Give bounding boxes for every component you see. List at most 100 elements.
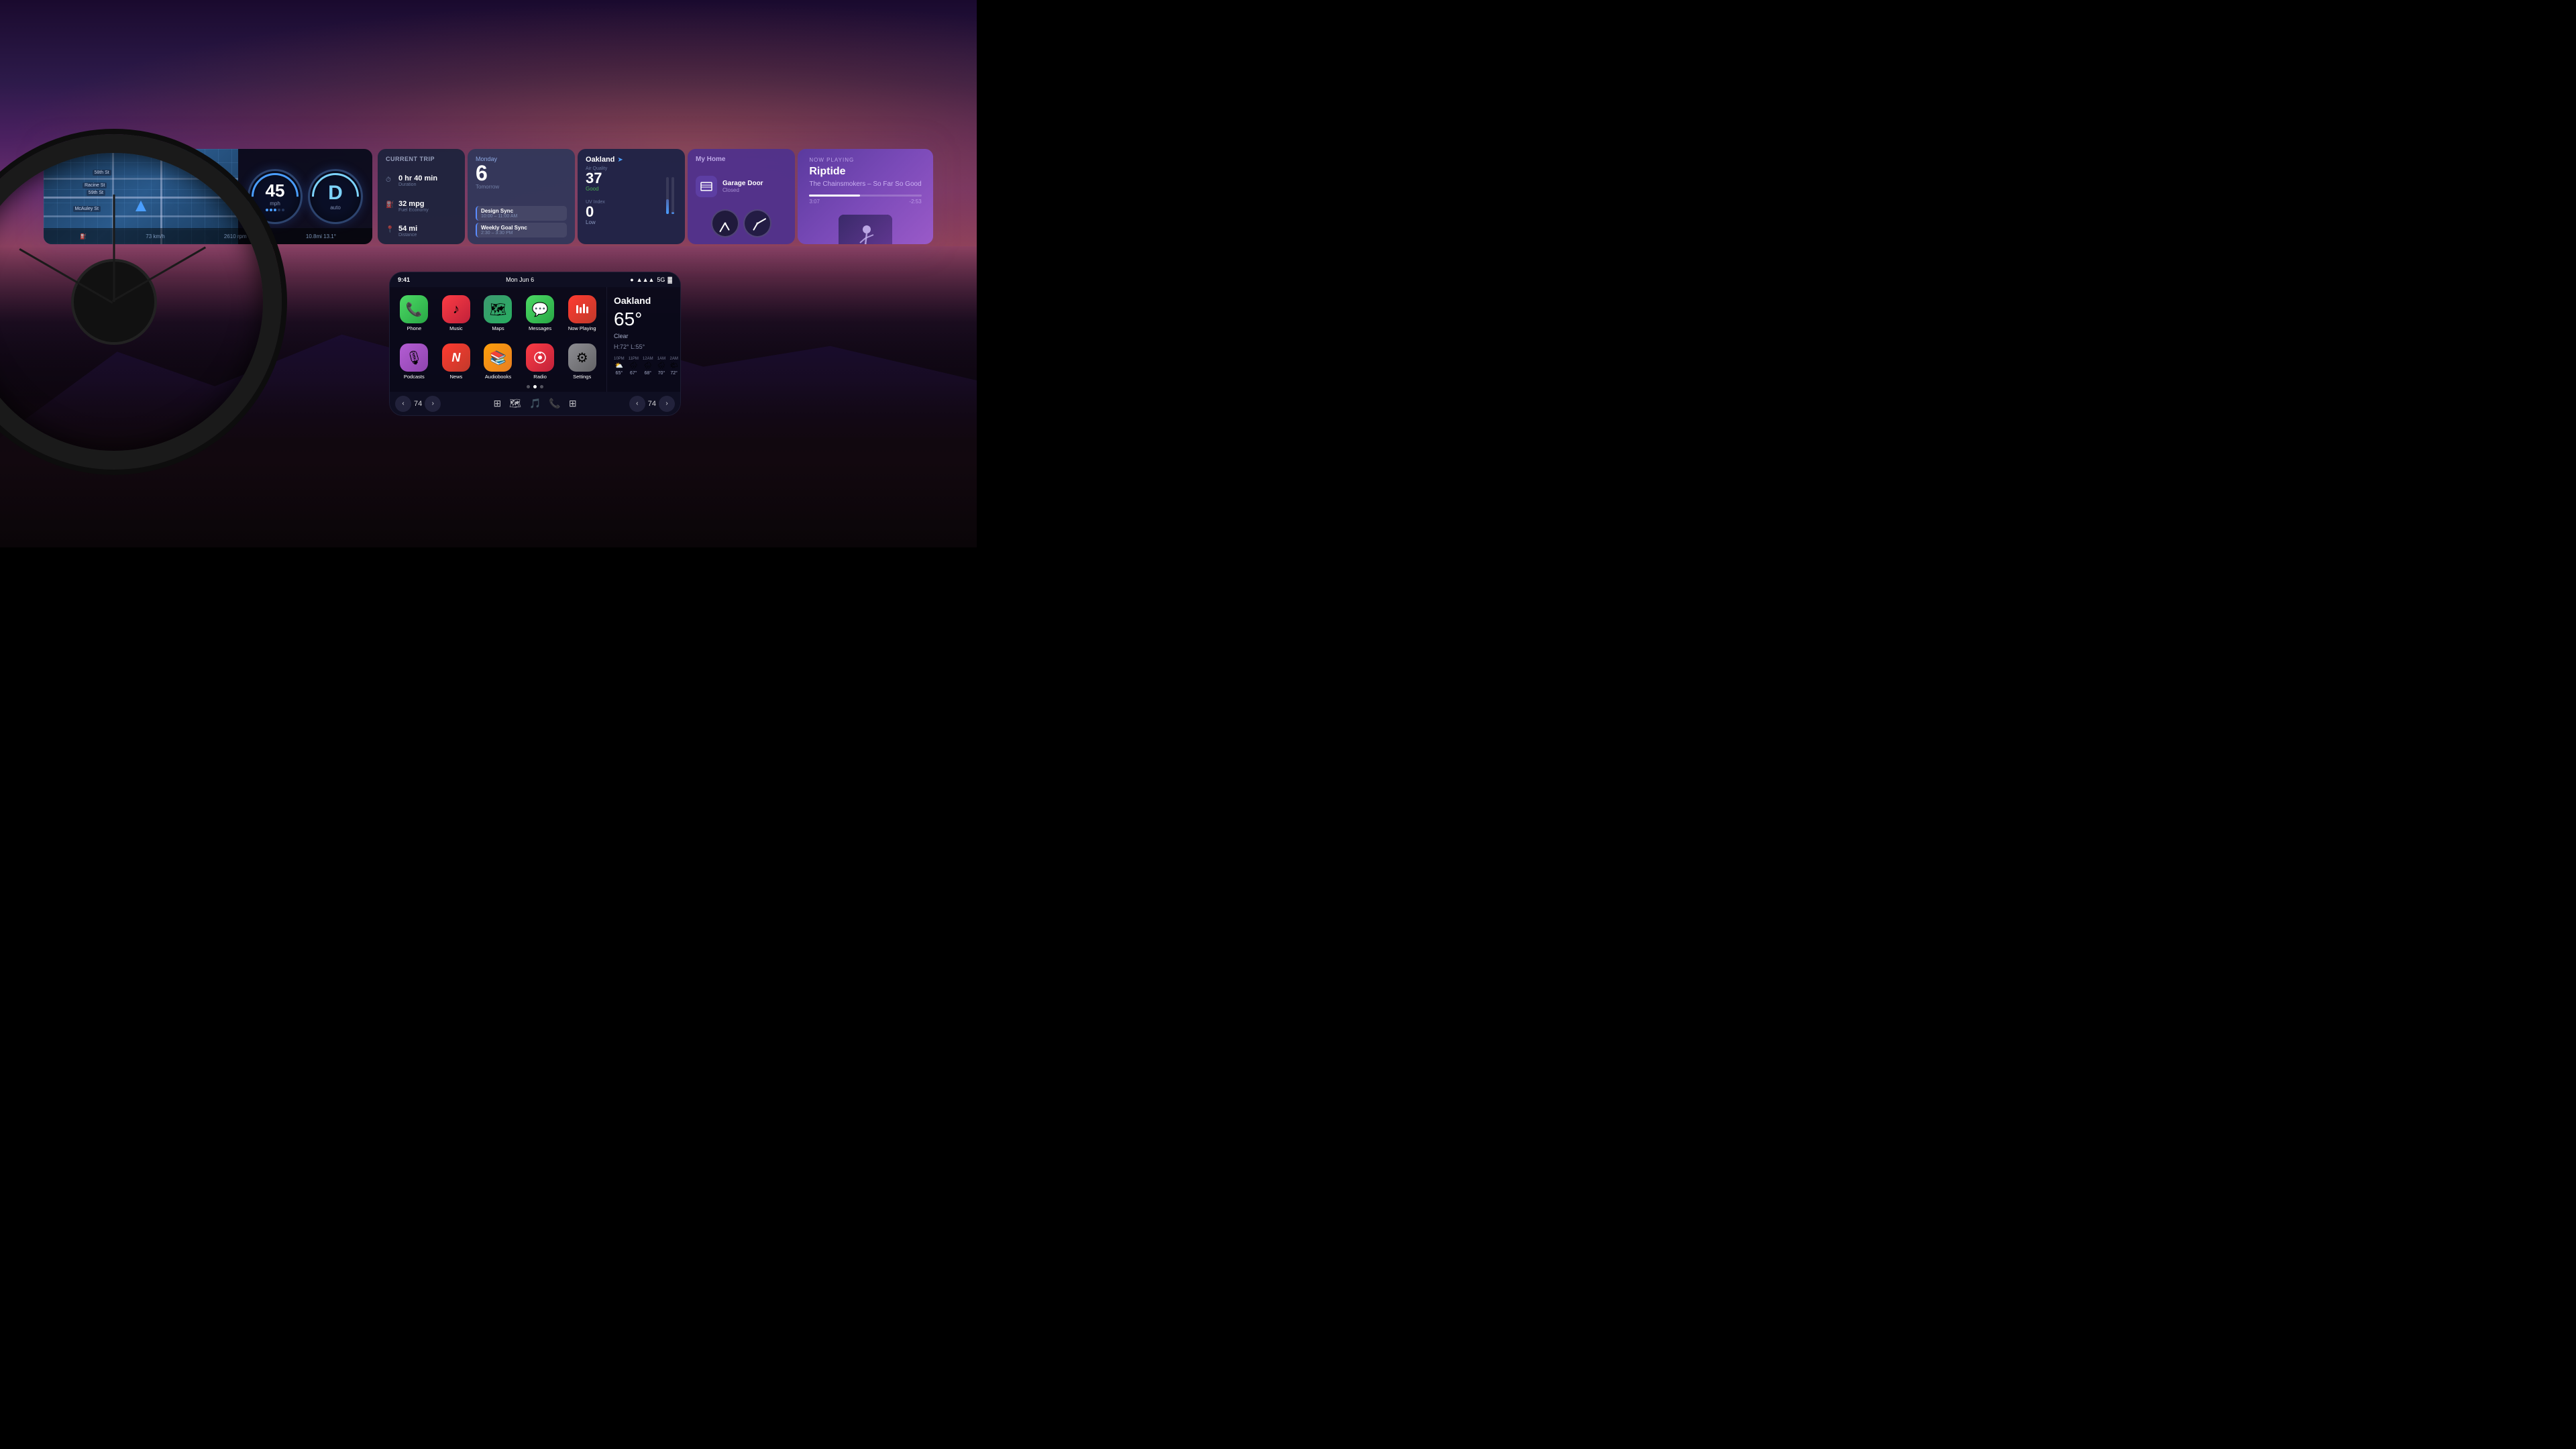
maps-label: Maps	[492, 325, 504, 331]
carplay-app-grid: 📞 Phone ♪ Music 🗺 Maps 💬 Messages	[390, 287, 606, 392]
app-podcasts[interactable]: 🎙 Podcasts	[395, 343, 433, 388]
cp-weather-temp: 65°	[614, 310, 674, 329]
news-label: News	[450, 374, 463, 380]
app-phone[interactable]: 📞 Phone	[395, 295, 433, 339]
phone-bottom-icon[interactable]: 📞	[549, 398, 560, 409]
uv-value: 0	[586, 205, 607, 219]
nowplaying-label: Now Playing	[568, 325, 596, 331]
app-audiobooks[interactable]: 📚 Audiobooks	[479, 343, 517, 388]
status-icons: ● ▲▲▲ 5G ▓	[630, 276, 672, 283]
carplay-icon[interactable]: ⊞	[569, 398, 577, 409]
cp-weather-high: H:72°	[614, 343, 629, 350]
air-quality-bar	[666, 177, 669, 214]
phone-label: Phone	[407, 325, 421, 331]
dot-3[interactable]	[540, 385, 543, 388]
app-nowplaying[interactable]: Now Playing	[563, 295, 601, 339]
calendar-day: Monday	[476, 156, 567, 162]
weather-header: Oakland ➤	[586, 156, 677, 164]
nowplaying-app-icon	[568, 295, 596, 323]
app-radio[interactable]: Radio	[521, 343, 559, 388]
uv-section: UV Index 0 Low	[586, 200, 607, 225]
maps-app-icon: 🗺	[484, 295, 512, 323]
air-quality-rating: Good	[586, 186, 607, 192]
dot-1[interactable]	[527, 385, 530, 388]
calendar-sub: Tomorrow	[476, 184, 567, 190]
now-playing-info: Now Playing Riptide The Chainsmokers – S…	[809, 157, 921, 205]
signal-icon: ▲▲▲	[637, 276, 655, 283]
battery-icon: ▓	[667, 276, 672, 283]
event-1-title: Design Sync	[481, 208, 563, 214]
compass-info: 10.8mi 13.1°	[306, 233, 336, 239]
progress-bar[interactable]	[809, 195, 921, 197]
trip-title: Current Trip	[386, 156, 457, 162]
phone-app-icon: 📞	[400, 295, 428, 323]
carplay-screen: 9:41 Mon Jun 6 ● ▲▲▲ 5G ▓ 📞 Phone ♪ Musi…	[389, 272, 681, 416]
clock-icon: ⏱	[386, 176, 395, 186]
temp-right: 74	[648, 400, 656, 408]
temp-back-button-left[interactable]: ‹	[395, 396, 411, 412]
calendar-event-1[interactable]: Design Sync 10:00 – 11:00 AM	[476, 206, 567, 221]
steering-spoke-1	[113, 195, 115, 302]
settings-app-icon: ⚙	[568, 343, 596, 372]
temp-forward-button-left[interactable]: ›	[425, 396, 441, 412]
now-playing-label: Now Playing	[809, 157, 921, 163]
now-playing-widget: Now Playing Riptide The Chainsmokers – S…	[798, 149, 933, 244]
distance-value: 54 mi	[398, 225, 417, 233]
app-settings[interactable]: ⚙ Settings	[563, 343, 601, 388]
trip-duration: ⏱ 0 hr 40 min Duration	[386, 174, 457, 187]
trip-economy-data: 32 mpg Fuel Economy	[398, 200, 429, 213]
progress-fill	[809, 195, 859, 197]
analog-clock-2	[743, 209, 771, 237]
cp-hour-3: 12AM 🌧 68°	[643, 357, 653, 376]
air-quality-section: Air Quality 37 Good	[586, 166, 607, 192]
garage-door-name: Garage Door	[722, 180, 763, 187]
carplay-weather-widget: Oakland 65° Clear H:72° L:55° 10PM ⛅ 65°…	[606, 287, 680, 392]
music-label: Music	[449, 325, 463, 331]
app-news[interactable]: N News	[437, 343, 476, 388]
app-maps[interactable]: 🗺 Maps	[479, 295, 517, 339]
cp-hour-5: 2AM 🌤 72°	[669, 357, 678, 376]
gear-arc	[303, 164, 369, 230]
event-1-time: 10:00 – 11:00 AM	[481, 214, 563, 219]
bottom-nav-left: ‹ 74 ›	[395, 396, 441, 412]
garage-door-status: Closed	[722, 187, 763, 193]
uv-rating: Low	[586, 219, 607, 225]
progress-times: 3:07 -2:53	[809, 199, 921, 205]
cp-hour-4: 1AM 🌧 70°	[657, 357, 666, 376]
maps-bottom-icon[interactable]: 🗺	[509, 398, 521, 409]
calendar-event-2[interactable]: Weekly Goal Sync 2:30 – 3:30 PM	[476, 223, 567, 237]
grid-icon[interactable]: ⊞	[493, 398, 501, 409]
temp-back-button-right[interactable]: ‹	[629, 396, 645, 412]
duration-label: Duration	[398, 182, 437, 187]
steering-spoke-2	[19, 248, 113, 304]
trip-widget: Current Trip ⏱ 0 hr 40 min Duration ⛽ 32…	[378, 149, 465, 244]
bottom-center-icons: ⊞ 🗺 🎵 📞 ⊞	[493, 398, 576, 409]
temp-forward-button-right[interactable]: ›	[659, 396, 675, 412]
music-bottom-icon[interactable]: 🎵	[529, 398, 541, 409]
distance-label: Distance	[398, 233, 417, 237]
weather-widget: Oakland ➤ Air Quality 37 Good UV Index 0…	[578, 149, 685, 244]
garage-door-info: Garage Door Closed	[722, 180, 763, 193]
messages-label: Messages	[529, 325, 551, 331]
radio-label: Radio	[533, 374, 547, 380]
uv-bar	[672, 177, 674, 214]
messages-app-icon: 💬	[526, 295, 554, 323]
audiobooks-app-icon: 📚	[484, 343, 512, 372]
now-playing-title: Riptide	[809, 166, 921, 178]
carplay-page-dots	[390, 385, 680, 388]
calendar-date: 6	[476, 162, 567, 184]
trip-distance: 📍 54 mi Distance	[386, 225, 457, 237]
now-playing-artist: The Chainsmokers – So Far So Good	[809, 180, 921, 188]
trip-economy: ⛽ 32 mpg Fuel Economy	[386, 200, 457, 213]
app-messages[interactable]: 💬 Messages	[521, 295, 559, 339]
time-current: 3:07	[809, 199, 820, 205]
cp-weather-hl: H:72° L:55°	[614, 343, 674, 350]
cp-weather-desc: Clear	[614, 333, 674, 339]
cp-weather-city: Oakland	[614, 295, 674, 306]
home-device[interactable]: Garage Door Closed	[696, 176, 787, 197]
app-music[interactable]: ♪ Music	[437, 295, 476, 339]
cp-weather-low: L:55°	[631, 343, 645, 350]
economy-value: 32 mpg	[398, 200, 429, 208]
album-art	[839, 215, 892, 244]
dot-2[interactable]	[533, 385, 537, 388]
